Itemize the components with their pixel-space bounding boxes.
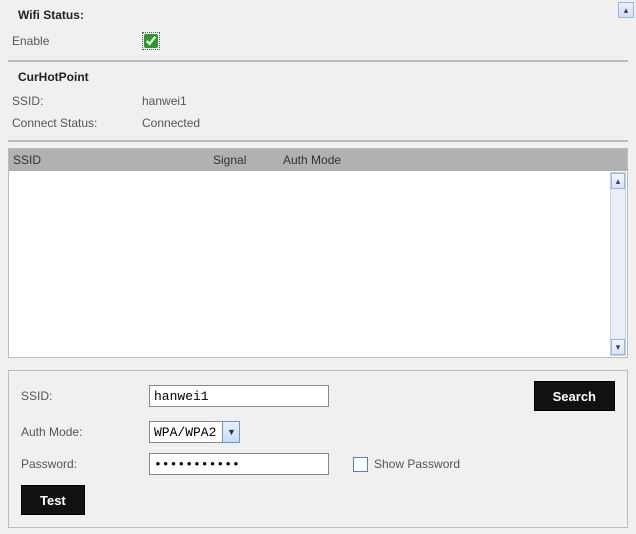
wifi-status-title: Wifi Status: bbox=[8, 6, 628, 28]
wifi-form-panel: SSID: Search Auth Mode: WPA/WPA2 ▼ Passw… bbox=[8, 370, 628, 528]
network-list-header: SSID Signal Auth Mode bbox=[9, 149, 627, 171]
hotpoint-ssid-value: hanwei1 bbox=[142, 94, 628, 108]
ssid-input[interactable] bbox=[149, 385, 329, 407]
enable-checkbox-wrap bbox=[142, 32, 160, 50]
search-button[interactable]: Search bbox=[534, 381, 615, 411]
col-header-ssid: SSID bbox=[13, 153, 213, 167]
chevron-down-icon[interactable]: ▼ bbox=[222, 421, 240, 443]
divider bbox=[8, 140, 628, 142]
col-header-auth: Auth Mode bbox=[283, 153, 627, 167]
network-list-body[interactable]: ▴ ▾ bbox=[9, 171, 627, 357]
show-password-checkbox[interactable] bbox=[353, 457, 368, 472]
page-scroll-up-icon[interactable]: ▴ bbox=[618, 2, 634, 18]
form-ssid-label: SSID: bbox=[21, 389, 149, 403]
show-password-label: Show Password bbox=[374, 457, 460, 471]
form-auth-label: Auth Mode: bbox=[21, 425, 149, 439]
password-input[interactable] bbox=[149, 453, 329, 475]
hotpoint-connect-value: Connected bbox=[142, 116, 628, 130]
scroll-up-icon[interactable]: ▴ bbox=[611, 173, 625, 189]
col-header-signal: Signal bbox=[213, 153, 283, 167]
hotpoint-ssid-label: SSID: bbox=[12, 94, 142, 108]
auth-mode-select[interactable]: WPA/WPA2 ▼ bbox=[149, 421, 240, 443]
wifi-settings-page: ▴ Wifi Status: Enable CurHotPoint SSID: … bbox=[0, 0, 636, 534]
form-password-label: Password: bbox=[21, 457, 149, 471]
enable-label: Enable bbox=[12, 34, 142, 48]
network-list-panel: SSID Signal Auth Mode ▴ ▾ bbox=[8, 148, 628, 358]
curhotpoint-title: CurHotPoint bbox=[8, 68, 628, 90]
enable-checkbox[interactable] bbox=[144, 34, 158, 48]
auth-mode-value: WPA/WPA2 bbox=[149, 421, 222, 443]
test-button[interactable]: Test bbox=[21, 485, 85, 515]
divider bbox=[8, 60, 628, 62]
network-list-scrollbar[interactable]: ▴ ▾ bbox=[610, 172, 626, 356]
scroll-down-icon[interactable]: ▾ bbox=[611, 339, 625, 355]
hotpoint-connect-label: Connect Status: bbox=[12, 116, 142, 130]
